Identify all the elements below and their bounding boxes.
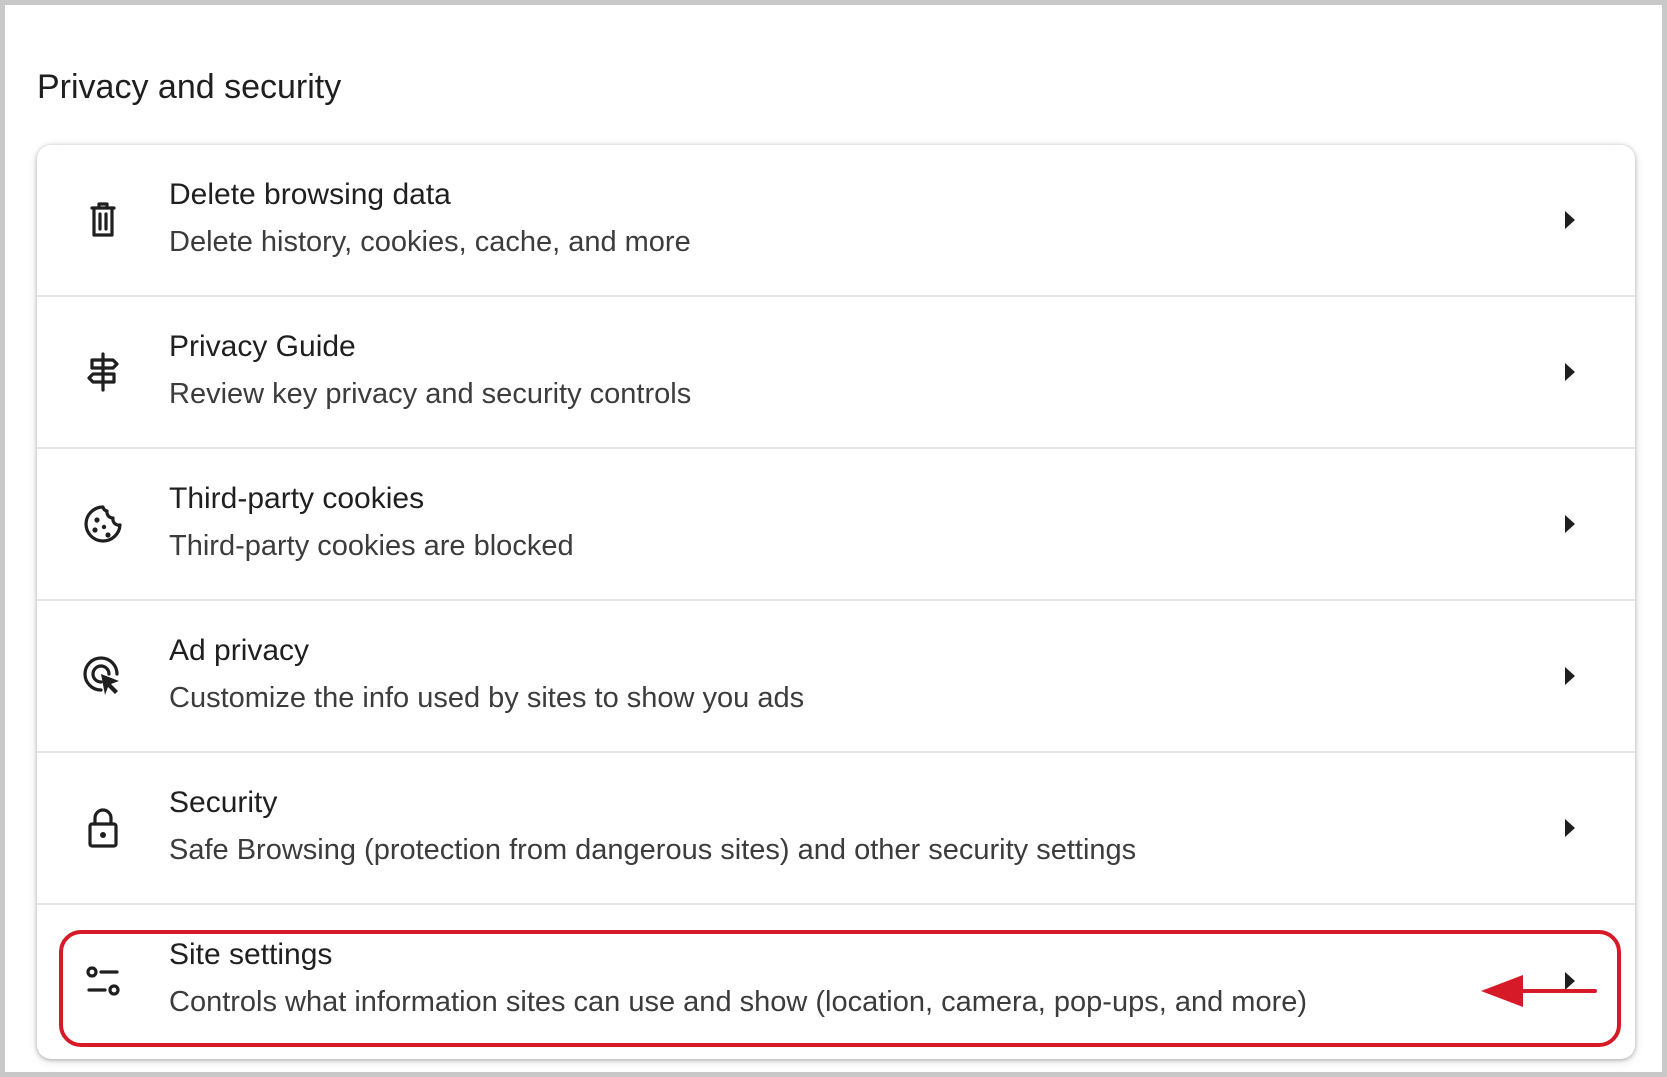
privacy-security-card: Delete browsing data Delete history, coo… (37, 145, 1635, 1059)
chevron-right-icon (1559, 969, 1579, 993)
section-title: Privacy and security (37, 68, 342, 106)
delete-browsing-data-row[interactable]: Delete browsing data Delete history, coo… (37, 145, 1635, 297)
chevron-right-icon (1559, 664, 1579, 688)
chevron-right-icon (1559, 208, 1579, 232)
row-subtitle: Customize the info used by sites to show… (169, 682, 805, 714)
row-subtitle: Third-party cookies are blocked (169, 530, 574, 562)
row-subtitle: Safe Browsing (protection from dangerous… (169, 834, 1137, 866)
ad-privacy-row[interactable]: Ad privacy Customize the info used by si… (37, 601, 1635, 753)
privacy-guide-row[interactable]: Privacy Guide Review key privacy and sec… (37, 297, 1635, 449)
cookie-icon (77, 498, 129, 550)
security-row[interactable]: Security Safe Browsing (protection from … (37, 753, 1635, 905)
third-party-cookies-row[interactable]: Third-party cookies Third-party cookies … (37, 449, 1635, 601)
site-settings-row[interactable]: Site settings Controls what information … (37, 905, 1635, 1057)
chevron-right-icon (1559, 360, 1579, 384)
row-subtitle: Review key privacy and security controls (169, 378, 692, 410)
settings-frame: Privacy and security Delete browsing dat… (0, 0, 1667, 1077)
row-title: Security (169, 786, 278, 819)
row-title: Privacy Guide (169, 330, 356, 363)
row-subtitle: Delete history, cookies, cache, and more (169, 226, 691, 258)
tune-sliders-icon (77, 955, 129, 1007)
lock-icon (77, 802, 129, 854)
row-title: Delete browsing data (169, 178, 451, 211)
row-title: Third-party cookies (169, 482, 425, 515)
chevron-right-icon (1559, 816, 1579, 840)
signpost-icon (77, 346, 129, 398)
row-title: Site settings (169, 938, 333, 971)
row-title: Ad privacy (169, 634, 310, 667)
row-subtitle: Controls what information sites can use … (169, 986, 1308, 1018)
ad-privacy-cursor-icon (77, 650, 129, 702)
chevron-right-icon (1559, 512, 1579, 536)
trash-icon (77, 194, 129, 246)
